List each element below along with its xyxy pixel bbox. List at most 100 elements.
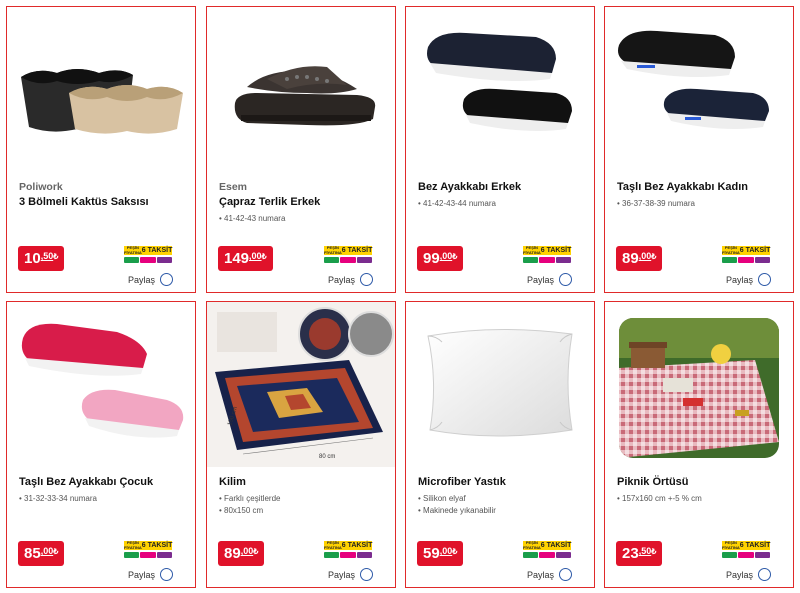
detail-item: • 31-32-33-34 numara [19, 494, 97, 503]
product-brand: Poliwork [19, 181, 63, 193]
share-label: Paylaş [527, 274, 555, 285]
product-image[interactable] [406, 7, 594, 172]
price-integer: 149 [224, 250, 250, 267]
share-button[interactable]: Paylaş [726, 273, 772, 286]
share-radio-icon[interactable] [758, 273, 772, 286]
price-integer: 10 [24, 250, 41, 267]
product-details: • 41-42-43 numara [219, 213, 285, 225]
product-name[interactable]: Çapraz Terlik Erkek [219, 196, 320, 208]
product-details: • 41-42-43-44 numara [418, 198, 496, 210]
product-image[interactable] [605, 7, 793, 172]
installment-cash-label: PEŞİN FİYATINA [523, 540, 541, 550]
installment-cash-label: PEŞİN FİYATINA [324, 540, 342, 550]
share-button[interactable]: Paylaş [726, 568, 772, 581]
price-integer: 23 [622, 545, 639, 562]
price-tag: 89,00₺ [616, 246, 663, 271]
share-label: Paylaş [527, 569, 555, 580]
installment-cash-label: PEŞİN FİYATINA [523, 245, 541, 255]
detail-item: • 80x150 cm [219, 506, 264, 515]
share-button[interactable]: Paylaş [128, 273, 174, 286]
share-label: Paylaş [726, 569, 754, 580]
price-integer: 89 [224, 545, 241, 562]
installment-count: 6 TAKSİT [739, 541, 771, 550]
product-card[interactable]: Bez Ayakkabı Erkek • 41-42-43-44 numara … [405, 6, 595, 293]
product-image[interactable] [7, 7, 195, 172]
price-tag: 99,00₺ [417, 246, 464, 271]
product-name[interactable]: 3 Bölmeli Kaktüs Saksısı [19, 196, 149, 208]
detail-item: • 41-42-43 numara [219, 214, 286, 223]
product-card[interactable]: Taşlı Bez Ayakkabı Çocuk • 31-32-33-34 n… [6, 301, 196, 588]
product-card[interactable]: Taşlı Bez Ayakkabı Kadın • 36-37-38-39 n… [604, 6, 794, 293]
price-integer: 59 [423, 545, 440, 562]
share-button[interactable]: Paylaş [527, 568, 573, 581]
product-card[interactable]: Esem Çapraz Terlik Erkek • 41-42-43 numa… [206, 6, 396, 293]
price-decimal: ,00 [40, 546, 54, 556]
price-tag: 59,00₺ [417, 541, 464, 566]
installment-badge: PEŞİN FİYATINA 6 TAKSİT [523, 540, 572, 558]
currency-symbol: ₺ [651, 547, 657, 556]
share-label: Paylaş [328, 274, 356, 285]
price-decimal: ,00 [638, 251, 652, 261]
price-integer: 99 [423, 250, 440, 267]
share-radio-icon[interactable] [360, 273, 374, 286]
share-radio-icon[interactable] [559, 273, 573, 286]
product-image[interactable] [406, 302, 594, 467]
price-decimal: ,00 [249, 251, 262, 261]
price-integer: 85 [24, 545, 41, 562]
share-radio-icon[interactable] [559, 568, 573, 581]
detail-item: • Makinede yıkanabilir [418, 506, 496, 515]
installment-cash-label: PEŞİN FİYATINA [324, 245, 342, 255]
share-button[interactable]: Paylaş [128, 568, 174, 581]
product-name[interactable]: Taşlı Bez Ayakkabı Çocuk [19, 476, 153, 488]
share-radio-icon[interactable] [758, 568, 772, 581]
product-image[interactable]: 80 cm 150 cm [207, 302, 395, 467]
product-image[interactable] [207, 7, 395, 172]
product-name[interactable]: Taşlı Bez Ayakkabı Kadın [617, 181, 748, 193]
product-card[interactable]: Poliwork 3 Bölmeli Kaktüs Saksısı 10,50₺… [6, 6, 196, 293]
price-tag: 10,50₺ [18, 246, 65, 271]
product-name[interactable]: Microfiber Yastık [418, 476, 506, 488]
product-details: • Silikon elyaf • Makinede yıkanabilir [418, 493, 496, 517]
installment-count: 6 TAKSİT [540, 541, 572, 550]
currency-symbol: ₺ [53, 252, 59, 261]
price-decimal: ,00 [439, 546, 453, 556]
price-integer: 89 [622, 250, 639, 267]
product-image[interactable] [7, 302, 195, 467]
installment-count: 6 TAKSİT [141, 246, 173, 255]
share-radio-icon[interactable] [360, 568, 374, 581]
currency-symbol: ₺ [53, 547, 59, 556]
share-button[interactable]: Paylaş [328, 568, 374, 581]
product-name[interactable]: Bez Ayakkabı Erkek [418, 181, 521, 193]
installment-badge: PEŞİN FİYATINA 6 TAKSİT [722, 245, 771, 263]
currency-symbol: ₺ [651, 252, 657, 261]
price-decimal: ,00 [240, 546, 254, 556]
detail-item: • 41-42-43-44 numara [418, 199, 496, 208]
product-name[interactable]: Kilim [219, 476, 246, 488]
product-card[interactable]: 80 cm 150 cm Kilim • Farklı çeşitlerde •… [206, 301, 396, 588]
product-details: • 31-32-33-34 numara [19, 493, 97, 505]
price-tag: 149,00₺ [218, 246, 273, 271]
currency-symbol: ₺ [253, 547, 259, 556]
detail-item: • Farklı çeşitlerde [219, 494, 281, 503]
share-radio-icon[interactable] [160, 273, 174, 286]
installment-cash-label: PEŞİN FİYATINA [124, 245, 142, 255]
currency-symbol: ₺ [261, 252, 267, 261]
product-name[interactable]: Piknik Örtüsü [617, 476, 689, 488]
product-card[interactable]: Piknik Örtüsü • 157x160 cm +-5 % cm 23,5… [604, 301, 794, 588]
share-button[interactable]: Paylaş [328, 273, 374, 286]
price-tag: 23,50₺ [616, 541, 663, 566]
product-card[interactable]: Microfiber Yastık • Silikon elyaf • Maki… [405, 301, 595, 588]
installment-badge: PEŞİN FİYATINA 6 TAKSİT [124, 245, 173, 263]
share-label: Paylaş [328, 569, 356, 580]
installment-cash-label: PEŞİN FİYATINA [124, 540, 142, 550]
detail-item: • Silikon elyaf [418, 494, 466, 503]
currency-symbol: ₺ [452, 252, 458, 261]
installment-count: 6 TAKSİT [739, 246, 771, 255]
share-label: Paylaş [128, 569, 156, 580]
share-radio-icon[interactable] [160, 568, 174, 581]
share-button[interactable]: Paylaş [527, 273, 573, 286]
product-details: • Farklı çeşitlerde • 80x150 cm [219, 493, 281, 517]
price-tag: 85,00₺ [18, 541, 65, 566]
product-brand: Esem [219, 181, 248, 193]
product-image[interactable] [605, 302, 793, 467]
